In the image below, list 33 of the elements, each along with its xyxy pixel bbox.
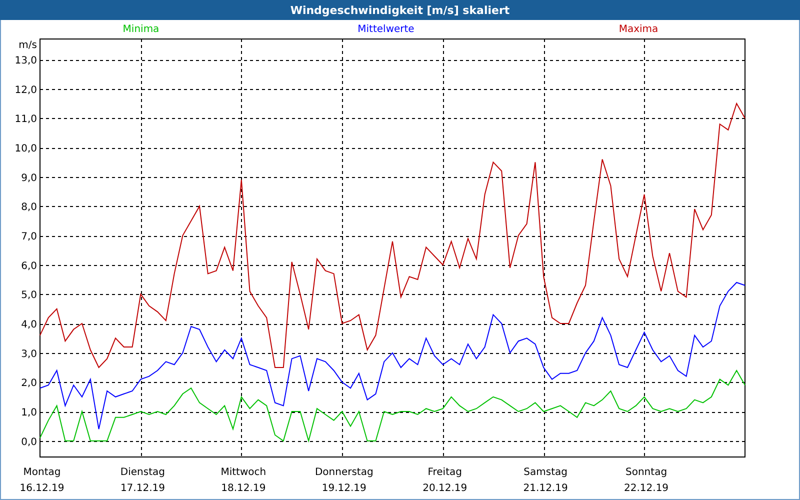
date-label: 20.12.19 — [422, 483, 468, 494]
x-tick-label: Donnerstag — [314, 467, 374, 478]
date-label: 21.12.19 — [523, 483, 568, 494]
date-label: 22.12.19 — [624, 483, 669, 494]
date-label: 18.12.19 — [221, 483, 266, 494]
date-label: 19.12.19 — [322, 483, 366, 494]
x-tick-label: Sonntag — [626, 467, 668, 478]
x-tick-label: Dienstag — [120, 467, 165, 478]
y-tick-label: 13,0 — [14, 56, 37, 67]
date-label: 17.12.19 — [120, 483, 165, 494]
x-tick-label: Samstag — [524, 467, 568, 478]
y-axis-unit: m/s — [18, 40, 37, 51]
y-tick-label: 12,0 — [14, 84, 37, 96]
y-tick-label: 3,0 — [21, 348, 37, 360]
x-tick-label: Mittwoch — [220, 467, 266, 478]
y-tick-label: 1,0 — [21, 408, 37, 419]
y-tick-label: 9,0 — [21, 172, 37, 184]
y-tick-label: 11,0 — [14, 114, 37, 126]
y-tick-label: 10,0 — [14, 144, 37, 155]
window-title: Windgeschwindigkeit [m/s] skaliert — [0, 0, 800, 20]
legend-label: Minima — [122, 24, 160, 34]
y-tick-label: 8,0 — [21, 202, 37, 214]
y-tick-label: 7,0 — [21, 232, 37, 243]
x-tick-label: Freitag — [428, 467, 462, 478]
y-tick-label: 4,0 — [21, 320, 37, 331]
y-tick-label: 6,0 — [21, 260, 37, 272]
legend-label: Mittelwerte — [358, 24, 414, 34]
y-tick-label: 5,0 — [21, 290, 37, 302]
x-tick-label: Montag — [23, 467, 61, 478]
y-tick-label: 2,0 — [21, 378, 37, 390]
y-tick-label: 0,0 — [21, 436, 37, 448]
legend-label: Maxima — [618, 24, 658, 34]
date-label: 16.12.19 — [20, 483, 64, 494]
